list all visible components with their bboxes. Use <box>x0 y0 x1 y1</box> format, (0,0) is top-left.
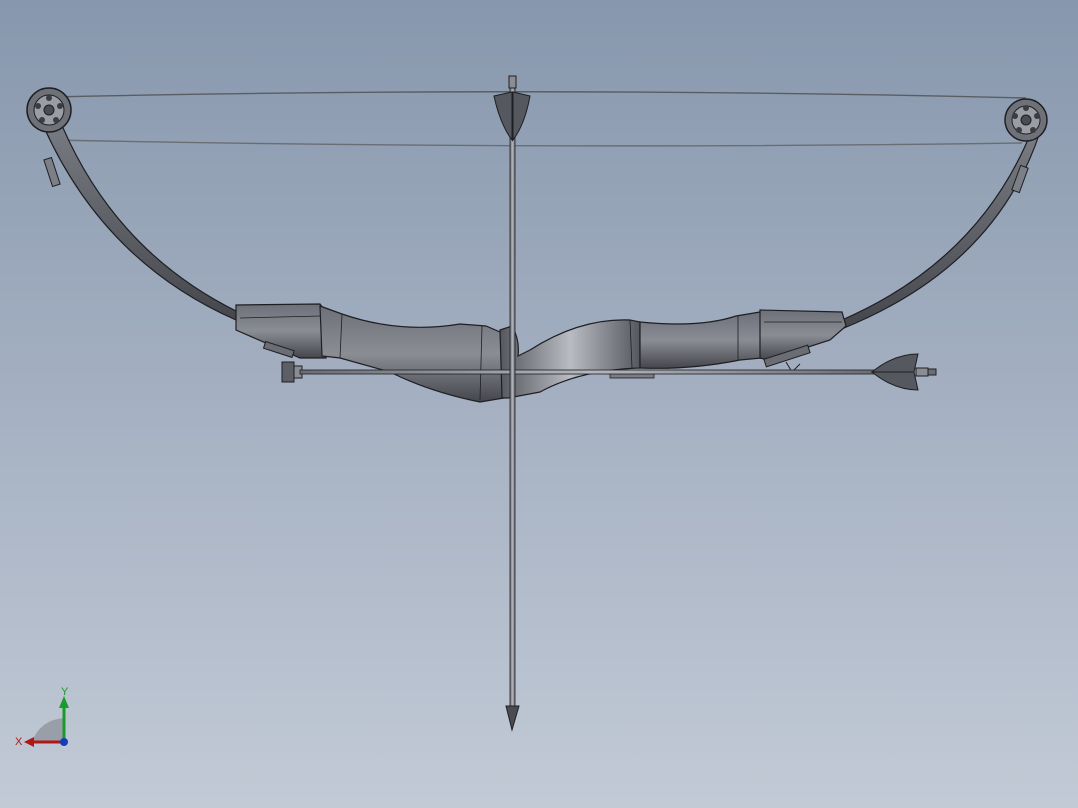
y-axis-label: Y <box>61 686 69 698</box>
left-cam[interactable] <box>26 87 72 133</box>
bow-model[interactable] <box>0 0 1078 808</box>
bow-string[interactable] <box>49 91 1027 147</box>
right-cam[interactable] <box>1004 98 1048 142</box>
x-axis-arrow <box>24 737 34 747</box>
right-limb[interactable] <box>841 129 1041 329</box>
x-axis-label: X <box>15 736 23 748</box>
riser[interactable] <box>235 303 847 403</box>
triad-plane <box>32 718 64 742</box>
coordinate-triad: Y X <box>15 686 69 748</box>
z-axis <box>60 738 68 746</box>
vertical-arrow[interactable] <box>493 75 531 732</box>
left-limb[interactable] <box>39 115 239 321</box>
graphics-viewport[interactable]: Y X <box>0 0 1078 808</box>
